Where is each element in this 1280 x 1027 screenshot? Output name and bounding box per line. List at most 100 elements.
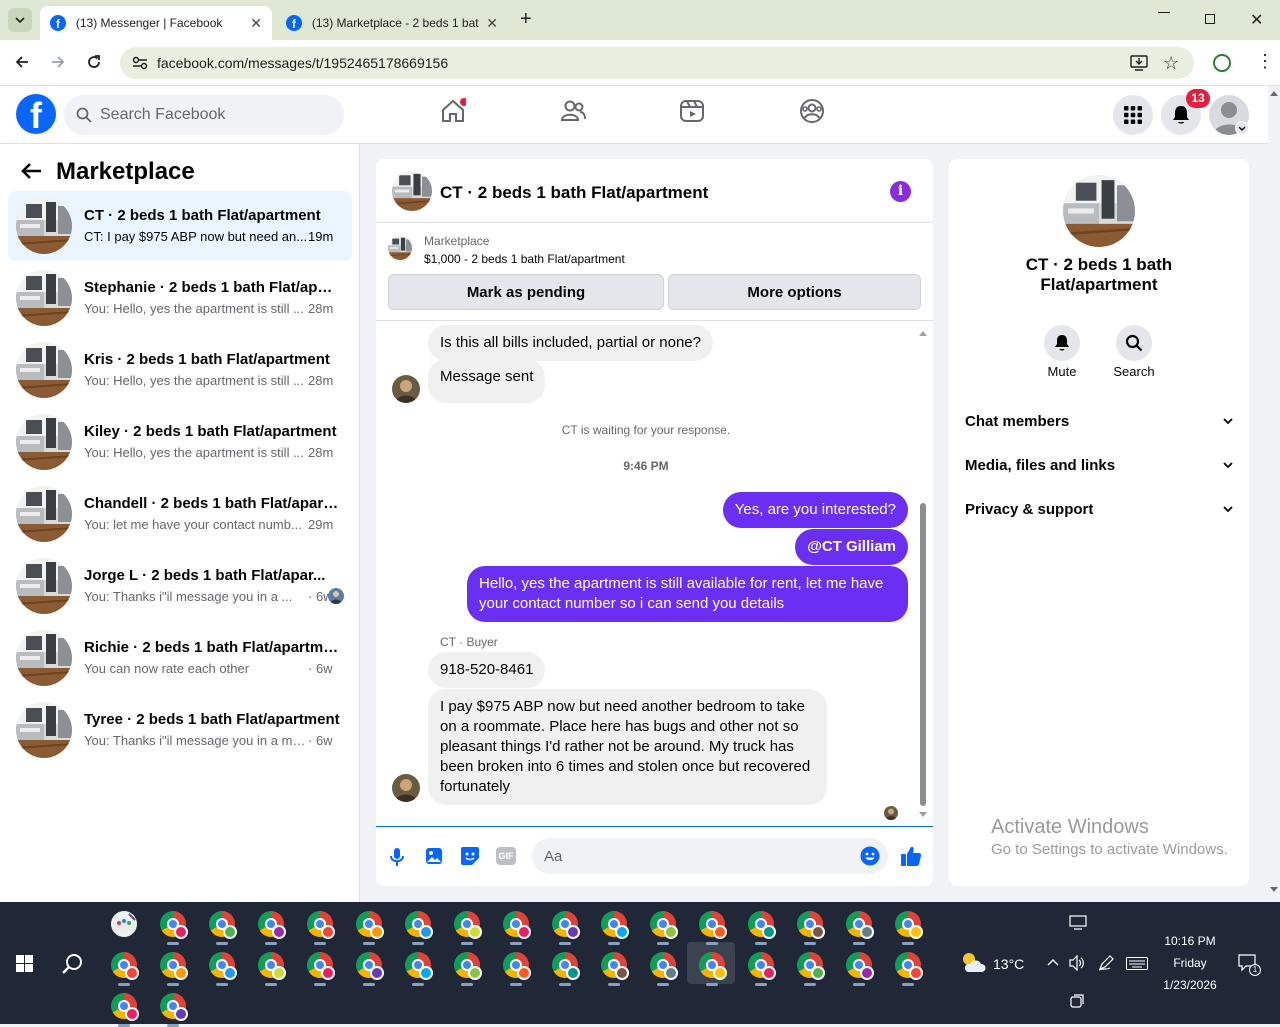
more-options-button[interactable]: More options (668, 274, 921, 310)
mute-button[interactable] (1044, 325, 1080, 361)
chrome-profile-icon[interactable] (160, 952, 188, 980)
tab-messenger[interactable]: f (13) Messenger | Facebook ✕ (40, 6, 272, 40)
minimize-button[interactable] (1158, 12, 1170, 13)
close-tab-icon[interactable]: ✕ (486, 15, 498, 32)
chrome-profile-icon[interactable] (356, 911, 384, 939)
close-window-button[interactable]: ✕ (1250, 10, 1263, 30)
photo-icon[interactable] (425, 847, 443, 865)
chrome-profile-icon[interactable] (552, 952, 580, 980)
chrome-profile-icon[interactable] (552, 911, 580, 939)
chrome-profile-icon[interactable] (503, 952, 531, 980)
reload-icon[interactable] (86, 54, 102, 70)
chrome-profile-icon[interactable] (111, 993, 139, 1021)
chrome-profile-icon[interactable] (601, 911, 629, 939)
chrome-profile-icon[interactable] (748, 911, 776, 939)
bookmark-star-icon[interactable]: ☆ (1163, 53, 1179, 74)
mark-as-pending-button[interactable]: Mark as pending (388, 274, 664, 310)
close-tab-icon[interactable]: ✕ (250, 15, 262, 32)
weather-icon[interactable] (960, 950, 986, 974)
chrome-profile-icon[interactable] (748, 952, 776, 980)
back-icon[interactable] (14, 54, 30, 70)
address-bar[interactable]: facebook.com/messages/t/1952465178669156… (120, 47, 1194, 79)
facebook-logo-icon[interactable]: f (16, 94, 56, 134)
message-input[interactable]: Aa (532, 838, 888, 874)
install-app-icon[interactable] (1130, 55, 1148, 71)
menu-grid-button[interactable] (1113, 95, 1153, 135)
home-icon[interactable] (440, 98, 466, 124)
chrome-profile-icon[interactable] (846, 911, 874, 939)
pen-icon[interactable] (1098, 955, 1114, 971)
chrome-profile-icon[interactable] (405, 952, 433, 980)
chrome-profile-icon[interactable] (699, 911, 727, 939)
chrome-profile-icon[interactable] (405, 911, 433, 939)
back-arrow-icon[interactable] (20, 162, 42, 180)
tab-marketplace[interactable]: f (13) Marketplace - 2 beds 1 bat ✕ (276, 6, 508, 40)
chat-members-section[interactable]: Chat members (965, 413, 1233, 430)
chrome-profile-icon[interactable] (650, 911, 678, 939)
chrome-profile-icon[interactable] (846, 952, 874, 980)
conversation-item[interactable]: Jorge L · 2 beds 1 bath Flat/apar... You:… (8, 551, 352, 621)
forward-icon[interactable] (50, 54, 66, 70)
chrome-profile-icon[interactable] (650, 952, 678, 980)
tab-search-button[interactable] (8, 8, 32, 32)
chrome-profile-icon[interactable] (601, 952, 629, 980)
chrome-profile-icon[interactable] (454, 952, 482, 980)
sticker-icon[interactable] (460, 846, 480, 866)
new-tab-button[interactable]: + (520, 8, 532, 31)
taskview-icon[interactable] (1070, 994, 1084, 1008)
video-icon[interactable] (679, 98, 705, 124)
conversation-item[interactable]: Stephanie · 2 beds 1 bath Flat/apar... Yo… (8, 263, 352, 333)
device-icon[interactable] (1069, 915, 1087, 930)
facebook-search-input[interactable]: Search Facebook (64, 95, 344, 135)
clock-time[interactable]: 10:16 PM (1150, 934, 1230, 948)
chat-thumbnail[interactable] (392, 171, 432, 211)
chrome-profile-icon[interactable] (503, 911, 531, 939)
account-chevron-icon[interactable] (1235, 121, 1249, 135)
chrome-profile-icon[interactable] (454, 911, 482, 939)
conversation-item[interactable]: Chandell · 2 beds 1 bath Flat/apart... Yo… (8, 479, 352, 549)
profile-icon[interactable] (1213, 54, 1231, 72)
menu-kebab-icon[interactable]: ⋮ (1256, 52, 1274, 70)
chrome-profile-icon[interactable] (111, 952, 139, 980)
chrome-profile-icon[interactable] (160, 911, 188, 939)
chrome-profile-icon[interactable] (258, 952, 286, 980)
listing-title[interactable]: $1,000 - 2 beds 1 bath Flat/apartment (424, 252, 625, 266)
info-avatar[interactable] (1063, 175, 1135, 247)
show-hidden-icons-chevron-icon[interactable] (1047, 958, 1059, 966)
gif-icon[interactable]: GIF (496, 847, 516, 865)
chrome-profile-icon[interactable] (797, 911, 825, 939)
chrome-profile-icon[interactable] (356, 952, 384, 980)
groups-icon[interactable] (799, 98, 825, 124)
search-conversation-button[interactable] (1116, 325, 1152, 361)
chrome-profile-icon[interactable] (895, 911, 923, 939)
chrome-profile-icon[interactable] (797, 952, 825, 980)
restore-button[interactable] (1205, 14, 1215, 24)
chrome-profile-icon[interactable] (209, 952, 237, 980)
page-scrollbar[interactable] (1268, 86, 1280, 902)
friends-icon[interactable] (560, 98, 586, 124)
conversation-item[interactable]: Kiley · 2 beds 1 bath Flat/apartment You:… (8, 407, 352, 477)
thread-scroll-thumb[interactable] (920, 503, 926, 806)
volume-icon[interactable] (1069, 955, 1085, 971)
windows-start-icon[interactable] (16, 955, 33, 972)
privacy-support-section[interactable]: Privacy & support (965, 501, 1233, 518)
paint-app-icon[interactable] (111, 911, 137, 937)
chrome-profile-icon[interactable] (699, 952, 727, 980)
emoji-icon[interactable] (860, 846, 880, 866)
chrome-profile-icon[interactable] (160, 993, 188, 1021)
conversation-item[interactable]: Kris · 2 beds 1 bath Flat/apartment You: … (8, 335, 352, 405)
chrome-profile-icon[interactable] (307, 911, 335, 939)
chat-title[interactable]: CT · 2 beds 1 bath Flat/apartment (440, 183, 708, 203)
media-files-links-section[interactable]: Media, files and links (965, 457, 1233, 474)
info-icon[interactable]: i (890, 181, 911, 202)
conversation-item[interactable]: Tyree · 2 beds 1 bath Flat/apartment You:… (8, 695, 352, 765)
conversation-item[interactable]: CT · 2 beds 1 bath Flat/apartment CT: I p… (8, 191, 352, 261)
chrome-profile-icon[interactable] (258, 911, 286, 939)
like-thumb-icon[interactable] (900, 845, 922, 867)
taskbar-search-icon[interactable] (62, 953, 83, 974)
listing-thumbnail[interactable] (388, 236, 412, 260)
conversation-item[interactable]: Richie · 2 beds 1 bath Flat/apartme... Yo… (8, 623, 352, 693)
thread-scrollbar[interactable] (917, 325, 929, 822)
chrome-profile-icon[interactable] (307, 952, 335, 980)
microphone-icon[interactable] (390, 847, 404, 867)
